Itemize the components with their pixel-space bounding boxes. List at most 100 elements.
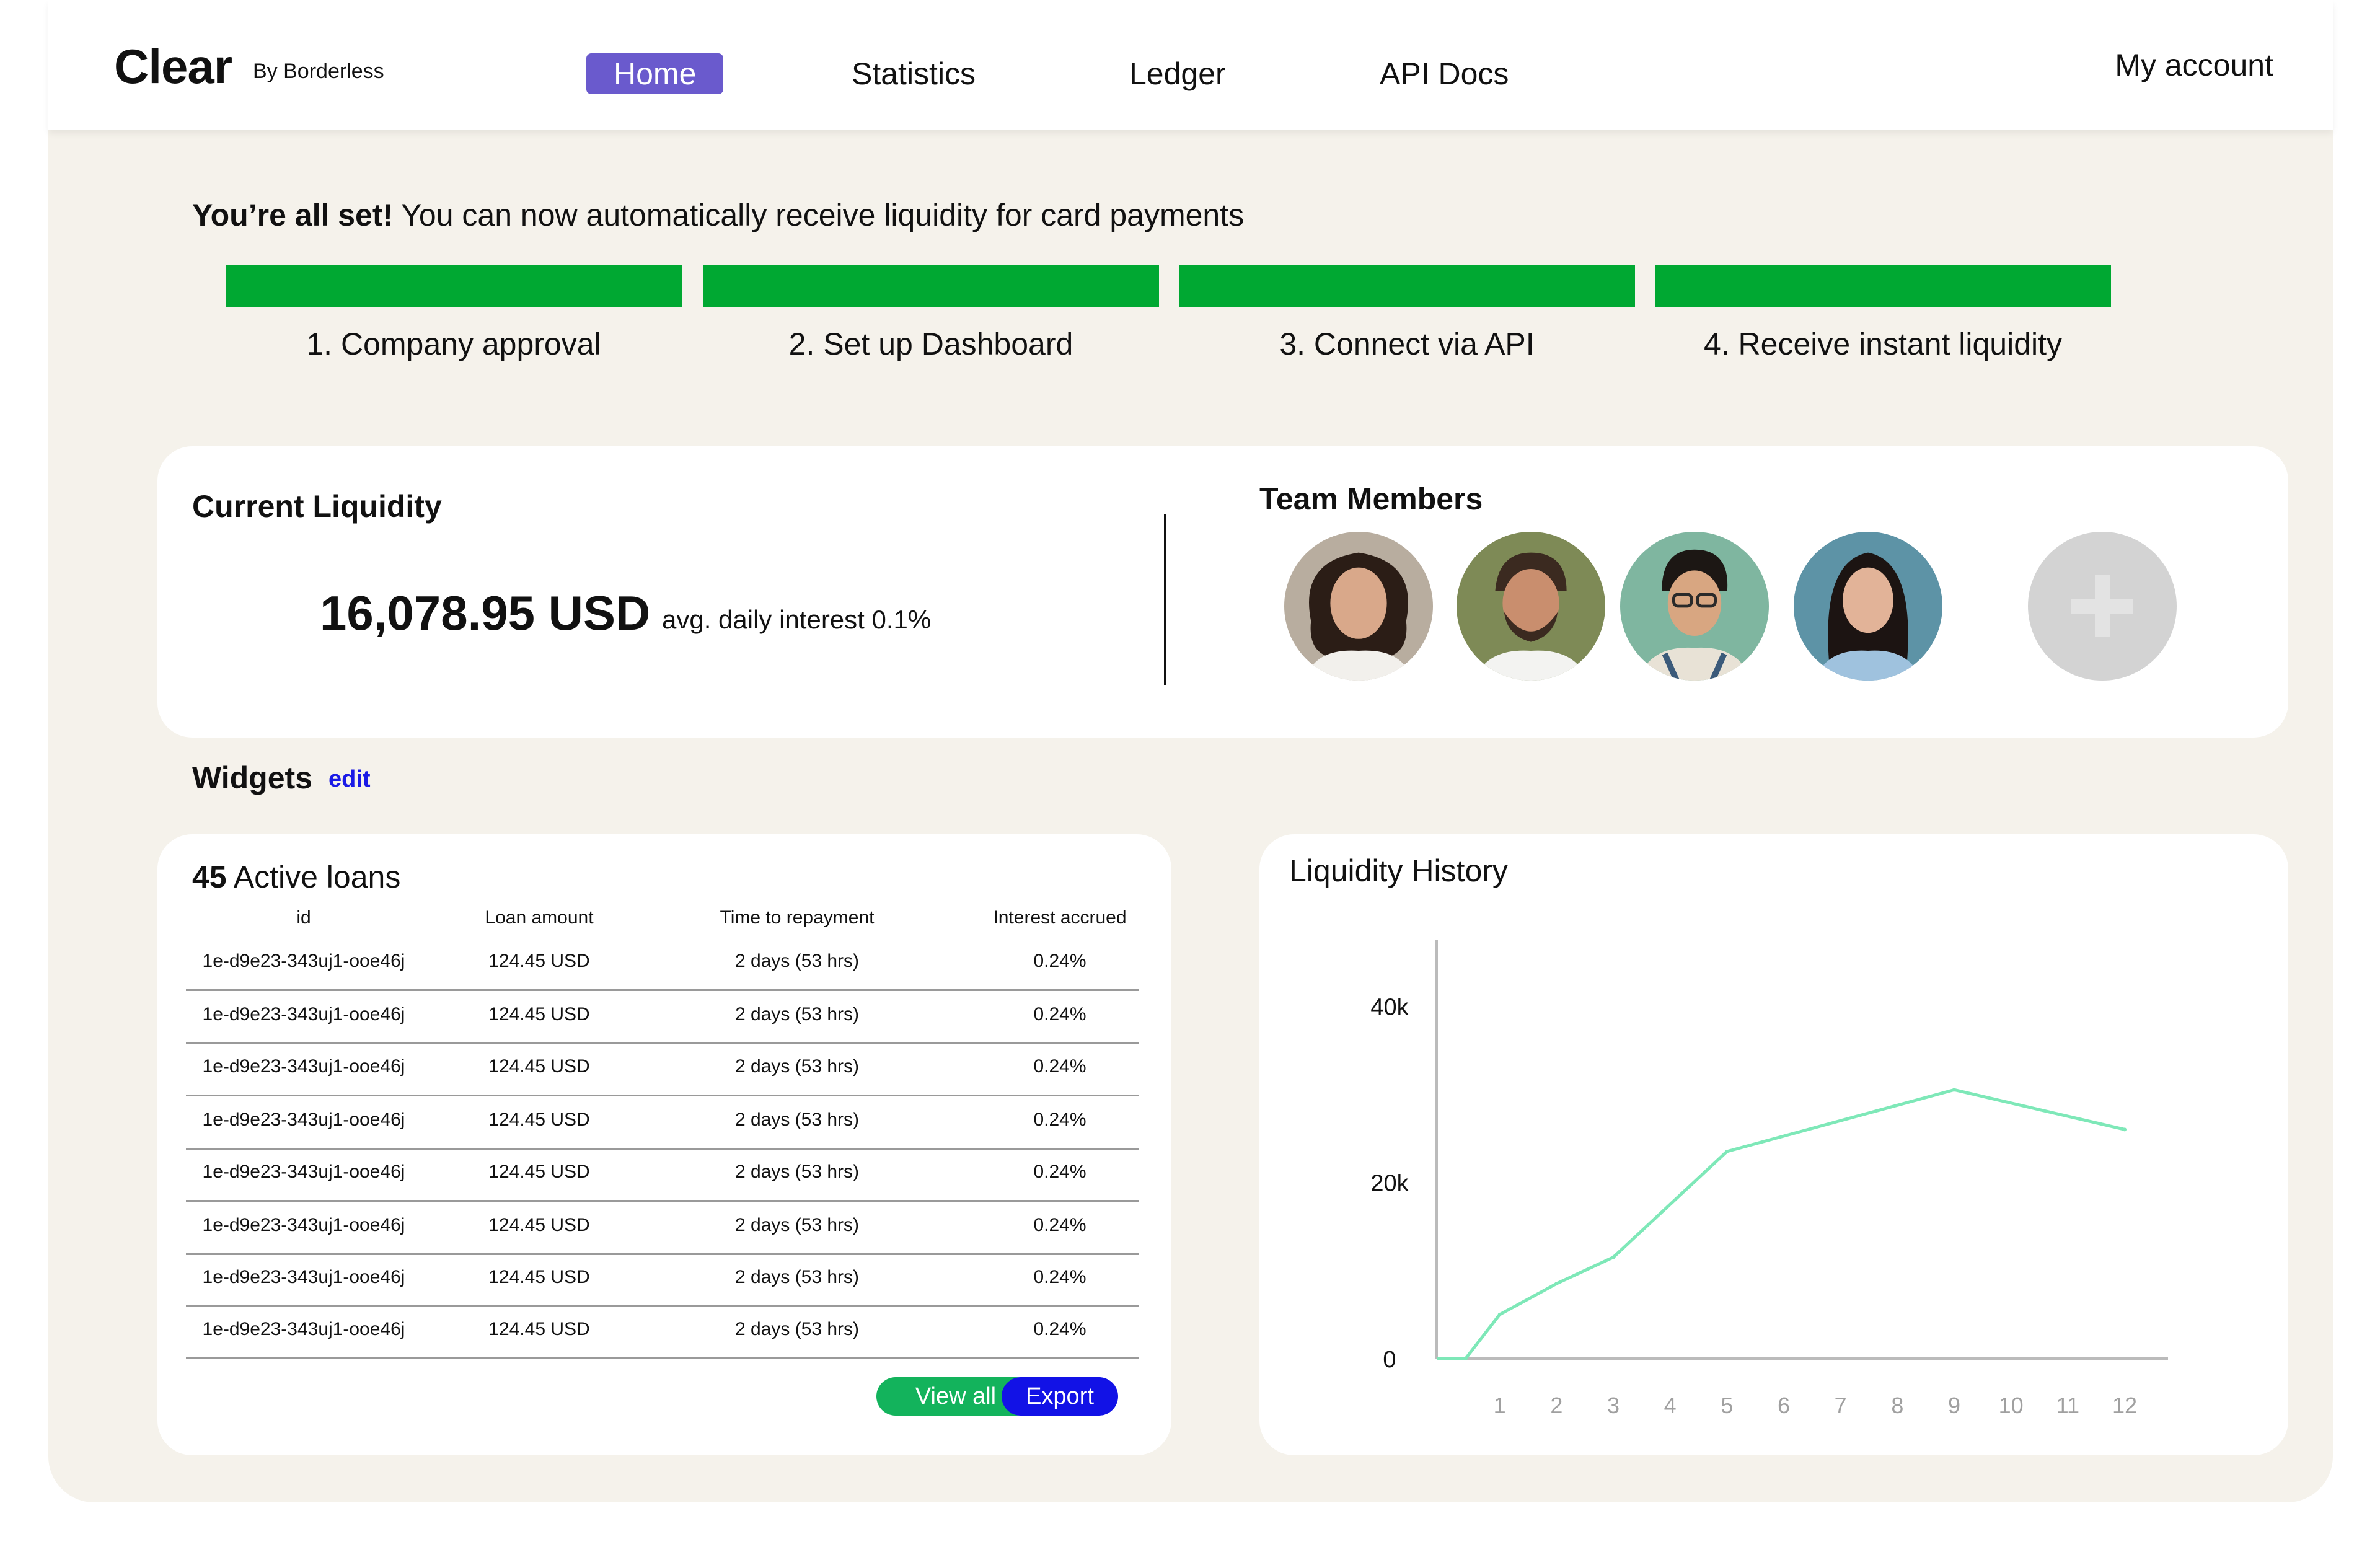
column-header-id[interactable]: id bbox=[198, 907, 409, 928]
brand-logo[interactable]: Clear bbox=[114, 38, 232, 95]
interest-accrued-cell: 0.24% bbox=[1033, 1267, 1086, 1287]
step-label: 3. Connect via API bbox=[1279, 327, 1535, 361]
widgets-title: Widgets bbox=[192, 760, 312, 795]
interest-accrued-cell: 0.24% bbox=[1033, 1319, 1086, 1339]
current-liquidity-title: Current Liquidity bbox=[192, 489, 442, 524]
x-tick-label: 6 bbox=[1778, 1393, 1790, 1418]
my-account-link[interactable]: My account bbox=[2115, 47, 2273, 83]
setup-step-2: 2. Set up Dashboard bbox=[703, 265, 1159, 362]
edit-widgets-link[interactable]: edit bbox=[328, 766, 371, 793]
table-row[interactable]: 1e-d9e23-343uj1-ooe46j 124.45 USD 2 days (… bbox=[186, 990, 1139, 1044]
step-progress-bar bbox=[226, 265, 682, 307]
brand-byline: By Borderless bbox=[253, 60, 384, 83]
setup-step-3: 3. Connect via API bbox=[1179, 265, 1635, 362]
loan-id-cell: 1e-d9e23-343uj1-ooe46j bbox=[202, 1056, 405, 1077]
table-row[interactable]: 1e-d9e23-343uj1-ooe46j 124.45 USD 2 days (… bbox=[186, 1096, 1139, 1150]
table-row[interactable]: 1e-d9e23-343uj1-ooe46j 124.45 USD 2 days (… bbox=[186, 1042, 1139, 1096]
loan-amount-cell: 124.45 USD bbox=[488, 1215, 590, 1235]
x-tick-label: 2 bbox=[1550, 1393, 1562, 1418]
interest-accrued-cell: 0.24% bbox=[1033, 951, 1086, 971]
team-member-avatar-3[interactable] bbox=[1620, 532, 1769, 681]
interest-accrued-cell: 0.24% bbox=[1033, 1109, 1086, 1130]
avatar-woman-curly bbox=[1284, 532, 1433, 681]
table-row[interactable]: 1e-d9e23-343uj1-ooe46j 124.45 USD 2 days (… bbox=[186, 1201, 1139, 1255]
table-row[interactable]: 1e-d9e23-343uj1-ooe46j 124.45 USD 2 days (… bbox=[186, 1305, 1139, 1359]
loan-id-cell: 1e-d9e23-343uj1-ooe46j bbox=[202, 1161, 405, 1182]
x-tick-label: 7 bbox=[1835, 1393, 1847, 1418]
data-point bbox=[1725, 1149, 1729, 1153]
column-header-loan-amount[interactable]: Loan amount bbox=[465, 907, 614, 928]
loan-id-cell: 1e-d9e23-343uj1-ooe46j bbox=[202, 951, 405, 971]
nav-home[interactable]: Home bbox=[586, 53, 724, 94]
export-button[interactable]: Export bbox=[1002, 1377, 1118, 1416]
add-team-member-button[interactable] bbox=[2028, 532, 2177, 681]
time-to-repayment-cell: 2 days (53 hrs) bbox=[734, 1056, 860, 1077]
loan-id-cell: 1e-d9e23-343uj1-ooe46j bbox=[202, 1267, 405, 1287]
team-member-avatar-4[interactable] bbox=[1794, 532, 1942, 681]
time-to-repayment-cell: 2 days (53 hrs) bbox=[734, 1161, 860, 1182]
loan-id-cell: 1e-d9e23-343uj1-ooe46j bbox=[202, 1215, 405, 1235]
data-point bbox=[1611, 1255, 1615, 1259]
liquidity-amount: 16,078.95 USD bbox=[320, 586, 651, 640]
step-label: 1. Company approval bbox=[306, 327, 601, 361]
nav-ledger[interactable]: Ledger bbox=[1129, 53, 1226, 94]
interest-accrued-cell: 0.24% bbox=[1033, 1215, 1086, 1235]
column-header-time-to-repayment[interactable]: Time to repayment bbox=[654, 907, 940, 928]
interest-accrued-cell: 0.24% bbox=[1033, 1056, 1086, 1077]
loan-amount-cell: 124.45 USD bbox=[488, 1109, 590, 1130]
setup-status-message: You’re all set! You can now automaticall… bbox=[192, 197, 1244, 233]
data-point bbox=[1952, 1088, 1956, 1092]
avatar-woman-long-hair bbox=[1794, 532, 1942, 681]
nav-api-docs[interactable]: API Docs bbox=[1380, 53, 1509, 94]
table-row[interactable]: 1e-d9e23-343uj1-ooe46j 124.45 USD 2 days (… bbox=[186, 1148, 1139, 1202]
nav-statistics[interactable]: Statistics bbox=[852, 53, 976, 94]
setup-step-4: 4. Receive instant liquidity bbox=[1655, 265, 2111, 362]
loan-id-cell: 1e-d9e23-343uj1-ooe46j bbox=[202, 1004, 405, 1025]
time-to-repayment-cell: 2 days (53 hrs) bbox=[734, 1319, 860, 1339]
data-point bbox=[1554, 1282, 1559, 1286]
liquidity-history-chart: 020k40k1 2 3 4 5 6 7 8 9 10 11 12 bbox=[1370, 940, 2168, 1418]
loan-amount-cell: 124.45 USD bbox=[488, 1056, 590, 1077]
team-member-avatar-2[interactable] bbox=[1457, 532, 1605, 681]
loan-amount-cell: 124.45 USD bbox=[488, 1161, 590, 1182]
x-tick-label: 9 bbox=[1948, 1393, 1960, 1418]
data-point bbox=[1463, 1357, 1468, 1360]
step-label: 4. Receive instant liquidity bbox=[1703, 327, 2063, 361]
y-tick-label: 20k bbox=[1370, 1171, 1409, 1197]
x-tick-label: 10 bbox=[1999, 1393, 2024, 1418]
data-point bbox=[1497, 1312, 1502, 1316]
table-row[interactable]: 1e-d9e23-343uj1-ooe46j 124.45 USD 2 days (… bbox=[186, 1253, 1139, 1307]
setup-status-bold: You’re all set! bbox=[192, 198, 394, 232]
step-label: 2. Set up Dashboard bbox=[788, 327, 1073, 361]
data-point bbox=[2123, 1127, 2127, 1132]
time-to-repayment-cell: 2 days (53 hrs) bbox=[734, 1004, 860, 1025]
setup-step-1: 1. Company approval bbox=[226, 265, 682, 362]
loan-id-cell: 1e-d9e23-343uj1-ooe46j bbox=[202, 1319, 405, 1339]
active-loans-count: 45 bbox=[192, 860, 227, 894]
time-to-repayment-cell: 2 days (53 hrs) bbox=[734, 1215, 860, 1235]
x-tick-label: 4 bbox=[1664, 1393, 1677, 1418]
team-member-avatar-1[interactable] bbox=[1284, 532, 1433, 681]
avatar-man-beard bbox=[1457, 532, 1605, 681]
loan-amount-cell: 124.45 USD bbox=[488, 1319, 590, 1339]
loan-id-cell: 1e-d9e23-343uj1-ooe46j bbox=[202, 1109, 405, 1130]
column-header-interest-accrued[interactable]: Interest accrued bbox=[992, 907, 1128, 928]
time-to-repayment-cell: 2 days (53 hrs) bbox=[734, 951, 860, 971]
y-tick-label: 40k bbox=[1370, 994, 1409, 1020]
y-tick-label: 0 bbox=[1383, 1347, 1396, 1373]
plus-icon bbox=[2095, 575, 2110, 637]
step-progress-bar bbox=[1179, 265, 1635, 307]
loan-amount-cell: 124.45 USD bbox=[488, 1267, 590, 1287]
card-divider bbox=[1164, 514, 1166, 685]
avg-daily-interest: avg. daily interest 0.1% bbox=[662, 605, 932, 634]
x-tick-label: 5 bbox=[1721, 1393, 1733, 1418]
x-tick-label: 12 bbox=[2112, 1393, 2137, 1418]
step-progress-bar bbox=[703, 265, 1159, 307]
x-tick-label: 11 bbox=[2056, 1393, 2079, 1418]
x-tick-label: 3 bbox=[1607, 1393, 1620, 1418]
time-to-repayment-cell: 2 days (53 hrs) bbox=[734, 1109, 860, 1130]
loan-amount-cell: 124.45 USD bbox=[488, 1004, 590, 1025]
team-members-title: Team Members bbox=[1259, 482, 1483, 516]
table-row[interactable]: 1e-d9e23-343uj1-ooe46j 124.45 USD 2 days (… bbox=[186, 937, 1139, 991]
setup-status-text: You can now automatically receive liquid… bbox=[393, 198, 1245, 232]
